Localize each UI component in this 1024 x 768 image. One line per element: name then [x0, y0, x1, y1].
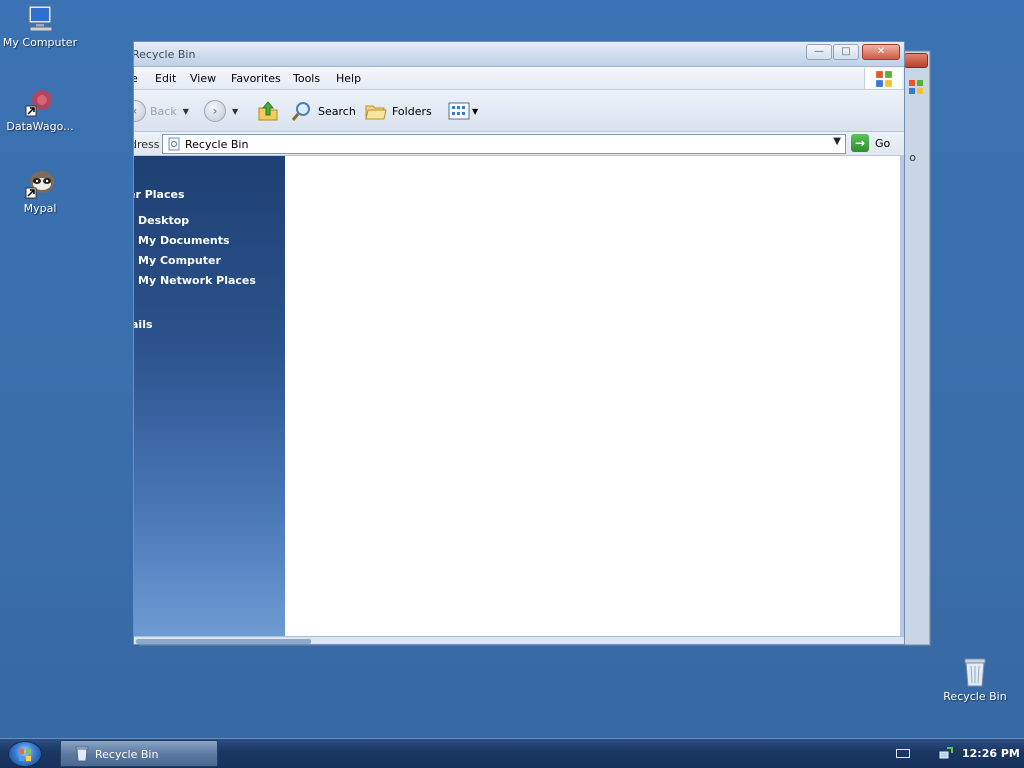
recycle-bin-icon: [168, 137, 180, 151]
menu-help[interactable]: Help: [336, 72, 361, 85]
address-input[interactable]: Recycle Bin ▼: [162, 134, 846, 154]
system-tray: 12:26 PM: [894, 739, 1024, 768]
menu-tools[interactable]: Tools: [293, 72, 320, 85]
menu-view[interactable]: View: [190, 72, 216, 85]
app-shortcut-icon: [25, 90, 52, 117]
chevron-down-icon[interactable]: ▼: [183, 107, 189, 116]
desktop-icon-label: Recycle Bin: [943, 690, 1007, 703]
recycle-bin-icon: [75, 746, 89, 762]
views-button[interactable]: ▼: [447, 99, 478, 123]
windows-logo-icon: [909, 80, 923, 94]
maximize-button[interactable]: □: [833, 44, 859, 60]
up-button[interactable]: [256, 99, 280, 123]
keyboard-icon[interactable]: [896, 749, 910, 758]
desktop-icon-label: My Computer: [2, 36, 78, 49]
forward-arrow-icon: ›: [204, 100, 226, 122]
desktop-icon-label: Mypal: [23, 202, 57, 215]
up-folder-icon: [258, 101, 278, 121]
raccoon-shortcut-icon: [25, 171, 54, 199]
details-heading[interactable]: ails: [134, 318, 153, 331]
maximize-icon: □: [841, 46, 851, 57]
search-label: Search: [318, 104, 356, 118]
other-places-heading[interactable]: er Places: [134, 188, 185, 201]
computer-icon: [28, 5, 53, 32]
menu-bar: e Edit View Favorites Tools Help: [134, 67, 904, 90]
back-arrow-icon: ‹: [134, 100, 146, 122]
back-label: Back: [150, 104, 177, 118]
scrollbar-thumb[interactable]: [136, 639, 311, 644]
desktop-icon-my-computer[interactable]: My Computer: [0, 4, 80, 49]
address-label: dress: [134, 138, 160, 151]
clock[interactable]: 12:26 PM: [962, 747, 1020, 760]
window-title: Recycle Bin: [133, 48, 196, 61]
horizontal-scrollbar[interactable]: [134, 636, 904, 644]
desktop-icon-datawagon[interactable]: DataWago...: [0, 88, 80, 133]
go-label: o: [909, 151, 916, 164]
file-list-area[interactable]: [285, 156, 902, 636]
taskbar-button-recycle-bin[interactable]: Recycle Bin: [60, 740, 218, 767]
taskbar: Recycle Bin 12:26 PM: [0, 738, 1024, 768]
minimize-icon: —: [814, 46, 824, 57]
folder-icon: [365, 105, 387, 120]
chevron-down-icon[interactable]: ▼: [472, 107, 478, 116]
recycle-bin-icon: [964, 658, 986, 687]
menu-file[interactable]: e: [134, 72, 138, 85]
windows-logo-icon: [876, 71, 892, 87]
chevron-down-icon[interactable]: ▼: [232, 107, 238, 116]
task-pane: er Places Desktop My Documents My Comput…: [134, 156, 285, 636]
link-desktop[interactable]: Desktop: [138, 214, 189, 227]
windows-logo-box: [864, 68, 902, 89]
recycle-bin-window[interactable]: Recycle Bin — □ ✕ e Edit View Favorites …: [133, 41, 905, 645]
go-arrow-icon: →: [851, 134, 869, 152]
link-my-computer[interactable]: My Computer: [138, 254, 221, 267]
forward-button[interactable]: › ▼: [204, 99, 238, 123]
go-label: Go: [875, 136, 891, 150]
folders-button[interactable]: Folders: [364, 99, 432, 123]
search-icon: [291, 102, 310, 121]
search-button[interactable]: Search: [290, 99, 356, 123]
back-button[interactable]: ‹ Back ▼: [134, 99, 189, 123]
title-bar[interactable]: Recycle Bin — □ ✕: [134, 42, 904, 67]
menu-favorites[interactable]: Favorites: [231, 72, 281, 85]
toolbar: ‹ Back ▼ › ▼ Search Folders ▼: [134, 90, 904, 132]
address-value: Recycle Bin: [185, 138, 249, 151]
minimize-button[interactable]: —: [806, 44, 832, 60]
desktop-icon-recycle-bin[interactable]: Recycle Bin: [935, 656, 1015, 703]
link-my-documents[interactable]: My Documents: [138, 234, 230, 247]
views-icon: [448, 102, 470, 120]
folders-label: Folders: [392, 104, 432, 118]
address-bar: dress Recycle Bin ▼ → Go: [134, 132, 904, 156]
close-icon: ✕: [876, 46, 886, 57]
chevron-down-icon[interactable]: ▼: [833, 136, 841, 147]
windows-orb-icon: [18, 748, 32, 762]
close-button[interactable]: [904, 53, 928, 68]
close-button[interactable]: ✕: [862, 44, 900, 60]
go-button[interactable]: → Go: [851, 134, 890, 152]
menu-edit[interactable]: Edit: [155, 72, 176, 85]
desktop-icon-label: DataWago...: [6, 120, 74, 133]
taskbar-button-label: Recycle Bin: [95, 748, 159, 761]
link-my-network-places[interactable]: My Network Places: [138, 274, 256, 287]
vertical-scrollbar[interactable]: [900, 156, 904, 636]
start-button[interactable]: [8, 741, 42, 767]
desktop-icon-mypal[interactable]: Mypal: [0, 168, 80, 215]
network-icon[interactable]: [938, 745, 954, 761]
